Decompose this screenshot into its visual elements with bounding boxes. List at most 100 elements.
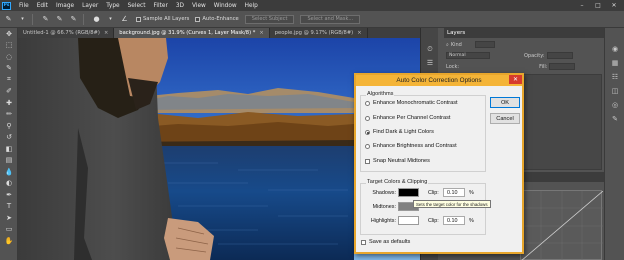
kind-label[interactable]: Kind <box>451 42 475 48</box>
shadows-clip-label: Clip: <box>428 190 439 196</box>
menu-window[interactable]: Window <box>210 3 241 9</box>
tools-panel: ✥ ⬚ ◌ ✎ ⌗ ✐ ✚ ✏ ⚲ ↺ ◧ ▤ 💧 ◐ ✒ T ➤ ▭ ✋ <box>0 28 18 260</box>
maximize-icon[interactable]: □ <box>592 0 604 11</box>
menu-bar: Ps File Edit Image Layer Type Select Filter 3D V… <box>0 0 624 11</box>
eraser-tool-icon[interactable]: ◧ <box>0 143 18 155</box>
radio-button[interactable] <box>365 143 370 149</box>
menu-edit[interactable]: Edit <box>33 3 52 9</box>
marquee-tool-icon[interactable]: ⬚ <box>0 40 18 52</box>
angle-icon[interactable]: ∠ <box>119 14 130 25</box>
highlights-swatch[interactable] <box>398 216 419 225</box>
opacity-field[interactable] <box>546 52 573 59</box>
auto-color-correction-dialog: Auto Color Correction Options ✕ Algorith… <box>354 73 524 254</box>
gradient-tool-icon[interactable]: ▤ <box>0 155 18 167</box>
swatches-icon[interactable]: ▦ <box>605 56 624 70</box>
path-selection-tool-icon[interactable]: ➤ <box>0 212 18 224</box>
color-icon[interactable]: ◉ <box>605 42 624 56</box>
dodge-tool-icon[interactable]: ◐ <box>0 178 18 190</box>
highlights-clip-label: Clip: <box>428 218 439 224</box>
eyedropper-tool-icon[interactable]: ✐ <box>0 86 18 98</box>
radio-button[interactable] <box>365 115 370 121</box>
close-tab-icon[interactable]: × <box>259 30 263 36</box>
menu-3d[interactable]: 3D <box>172 3 188 9</box>
filter-field[interactable] <box>474 41 495 48</box>
move-tool-icon[interactable]: ✥ <box>0 28 18 40</box>
crop-tool-icon[interactable]: ⌗ <box>0 74 18 86</box>
algorithm-option[interactable]: Enhance Monochromatic Contrast <box>365 100 458 106</box>
auto-enhance-checkbox[interactable]: Auto-Enhance <box>195 16 239 22</box>
dialog-title-bar[interactable]: Auto Color Correction Options ✕ <box>356 75 522 86</box>
menu-image[interactable]: Image <box>52 3 78 9</box>
dropdown-icon[interactable]: ▾ <box>17 14 28 25</box>
hand-tool-icon[interactable]: ✋ <box>0 235 18 247</box>
layers-panel-tab[interactable]: Layers <box>444 28 604 38</box>
menu-filter[interactable]: Filter <box>149 3 171 9</box>
cancel-button[interactable]: Cancel <box>490 113 520 124</box>
search-icon: ⌕ <box>446 41 449 48</box>
photoshop-logo-icon[interactable]: Ps <box>2 1 11 10</box>
blend-mode-select[interactable]: Normal <box>446 52 490 59</box>
menu-type[interactable]: Type <box>102 3 123 9</box>
menu-select[interactable]: Select <box>124 3 150 9</box>
menu-view[interactable]: View <box>188 3 210 9</box>
add-to-selection-icon[interactable]: ✎ <box>54 14 65 25</box>
brush-size-icon[interactable]: ● <box>91 14 102 25</box>
right-edge-strip: ◉ ▦ ☷ ◫ ◎ ✎ <box>604 28 624 260</box>
highlights-label: Highlights: <box>370 218 396 224</box>
close-tab-icon[interactable]: × <box>357 30 361 36</box>
close-tab-icon[interactable]: × <box>104 30 108 36</box>
brush-dropdown-icon[interactable]: ▾ <box>105 14 116 25</box>
algorithm-option-label: Enhance Brightness and Contrast <box>373 143 457 149</box>
radio-button[interactable] <box>365 100 370 106</box>
midtones-label: Midtones: <box>372 204 396 210</box>
properties-icon[interactable]: ☰ <box>421 56 439 70</box>
algorithms-label: Algorithms <box>366 91 395 97</box>
algorithm-option[interactable]: Find Dark & Light Colors <box>365 129 434 135</box>
sample-all-layers-checkbox[interactable]: Sample All Layers <box>136 16 189 22</box>
highlights-clip-field[interactable]: 0.10 <box>443 216 465 225</box>
algorithm-option[interactable]: Enhance Brightness and Contrast <box>365 143 457 149</box>
rectangle-tool-icon[interactable]: ▭ <box>0 224 18 236</box>
document-tab[interactable]: background.jpg @ 31.9% (Curves 1, Layer … <box>114 28 270 38</box>
libraries-icon[interactable]: ☷ <box>605 70 624 84</box>
subtract-from-selection-icon[interactable]: ✎ <box>68 14 79 25</box>
clone-stamp-tool-icon[interactable]: ⚲ <box>0 120 18 132</box>
snap-neutral-midtones-checkbox[interactable]: Snap Neutral Midtones <box>365 158 430 164</box>
lasso-tool-icon[interactable]: ◌ <box>0 51 18 63</box>
brush-tool-icon[interactable]: ✏ <box>0 109 18 121</box>
menu-help[interactable]: Help <box>241 3 262 9</box>
dialog-title: Auto Color Correction Options <box>396 77 482 84</box>
quick-selection-tool-icon[interactable]: ✎ <box>3 14 14 25</box>
history-icon[interactable]: ⏲ <box>421 42 439 56</box>
new-selection-icon[interactable]: ✎ <box>40 14 51 25</box>
document-tab-label: Untitled-1 @ 66.7% (RGB/8#) <box>23 30 100 36</box>
select-subject-button[interactable]: Select Subject <box>244 14 295 24</box>
close-icon[interactable]: ✕ <box>509 75 522 84</box>
close-window-icon[interactable]: ✕ <box>608 0 620 11</box>
minimize-icon[interactable]: – <box>576 0 588 11</box>
quick-selection-tool-icon[interactable]: ✎ <box>0 63 18 75</box>
pen-tool-icon[interactable]: ✒ <box>0 189 18 201</box>
layers-icon[interactable]: ◫ <box>605 84 624 98</box>
document-tab[interactable]: people.jpg @ 9.17% (RGB/8#) × <box>270 28 368 38</box>
radio-button[interactable] <box>365 129 370 135</box>
algorithm-option-label: Enhance Monochromatic Contrast <box>373 100 458 106</box>
fill-field[interactable] <box>549 63 576 70</box>
select-and-mask-button[interactable]: Select and Mask... <box>300 14 361 24</box>
ok-button[interactable]: OK <box>490 97 520 108</box>
shadows-percent: % <box>469 190 474 196</box>
save-as-defaults-checkbox[interactable]: Save as defaults <box>361 239 410 245</box>
shadows-swatch[interactable] <box>398 188 419 197</box>
history-brush-tool-icon[interactable]: ↺ <box>0 132 18 144</box>
menu-layer[interactable]: Layer <box>78 3 102 9</box>
menu-file[interactable]: File <box>15 3 33 9</box>
healing-brush-tool-icon[interactable]: ✚ <box>0 97 18 109</box>
channels-icon[interactable]: ◎ <box>605 98 624 112</box>
curves-graph[interactable] <box>520 190 604 260</box>
shadows-clip-field[interactable]: 0.10 <box>443 188 465 197</box>
algorithm-option[interactable]: Enhance Per Channel Contrast <box>365 115 450 121</box>
type-tool-icon[interactable]: T <box>0 201 18 213</box>
paths-icon[interactable]: ✎ <box>605 112 624 126</box>
blur-tool-icon[interactable]: 💧 <box>0 166 18 178</box>
document-tab[interactable]: Untitled-1 @ 66.7% (RGB/8#) × <box>18 28 115 38</box>
